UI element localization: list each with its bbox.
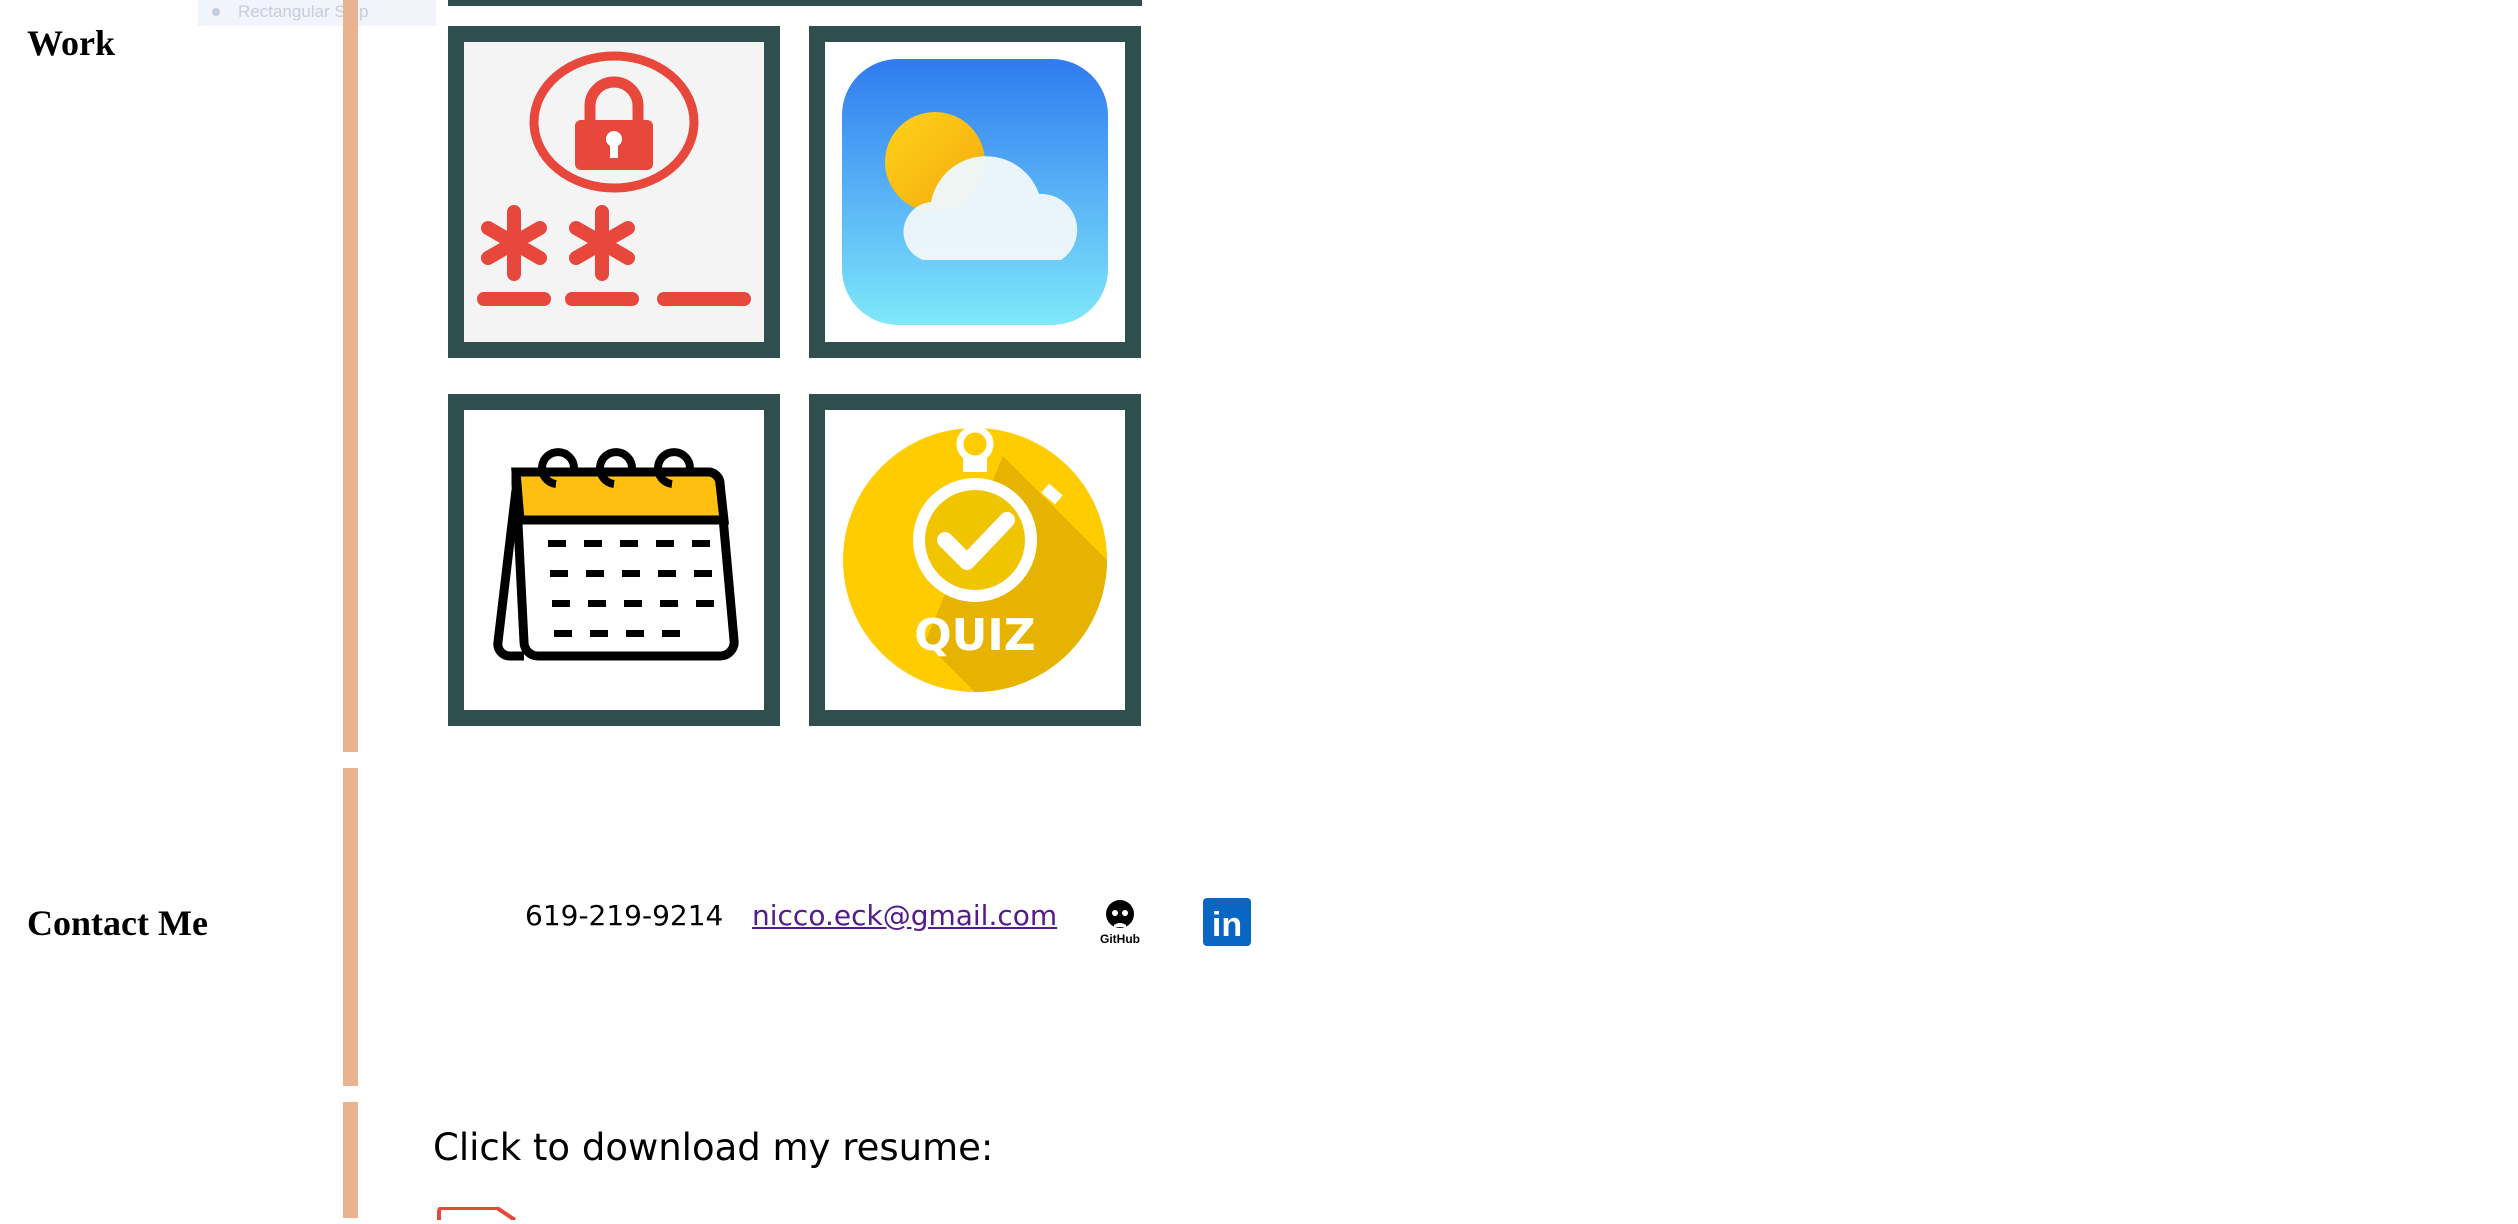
password-lock-icon [464,42,764,342]
pdf-file-icon [437,1206,517,1222]
quiz-text: QUIZ [914,610,1035,661]
work-accent-bar [343,0,358,752]
work-heading: Work [27,23,116,63]
resume-label: Click to download my resume: [433,1126,994,1169]
project-tile-day-planner[interactable] [448,394,780,726]
rectangular-snip-ghost: Rectangular Snip [198,0,436,26]
quiz-stopwatch-icon: QUIZ [825,410,1125,710]
project-tile-code-quiz[interactable]: QUIZ [809,394,1141,726]
weather-icon [825,42,1125,342]
calendar-icon [464,410,764,710]
contact-accent-bar [343,768,358,1086]
phone-number: 619-219-9214 [525,899,724,932]
email-link[interactable]: nicco.eck@gmail.com [752,899,1057,932]
project-tile-password-generator[interactable] [448,26,780,358]
github-link[interactable]: GitHub [1095,899,1145,946]
previous-row-border [448,0,1142,6]
snip-icon [212,8,220,16]
project-tile-weather-dashboard[interactable] [809,26,1141,358]
github-icon: GitHub [1100,900,1140,946]
resume-accent-bar [343,1102,358,1218]
linkedin-icon-label: in [1212,906,1242,944]
github-icon-label: GitHub [1100,932,1140,945]
linkedin-link[interactable]: in [1203,898,1251,946]
contact-heading: Contact Me [27,903,208,943]
linkedin-icon: in [1203,898,1251,946]
resume-download-link[interactable] [437,1205,517,1222]
